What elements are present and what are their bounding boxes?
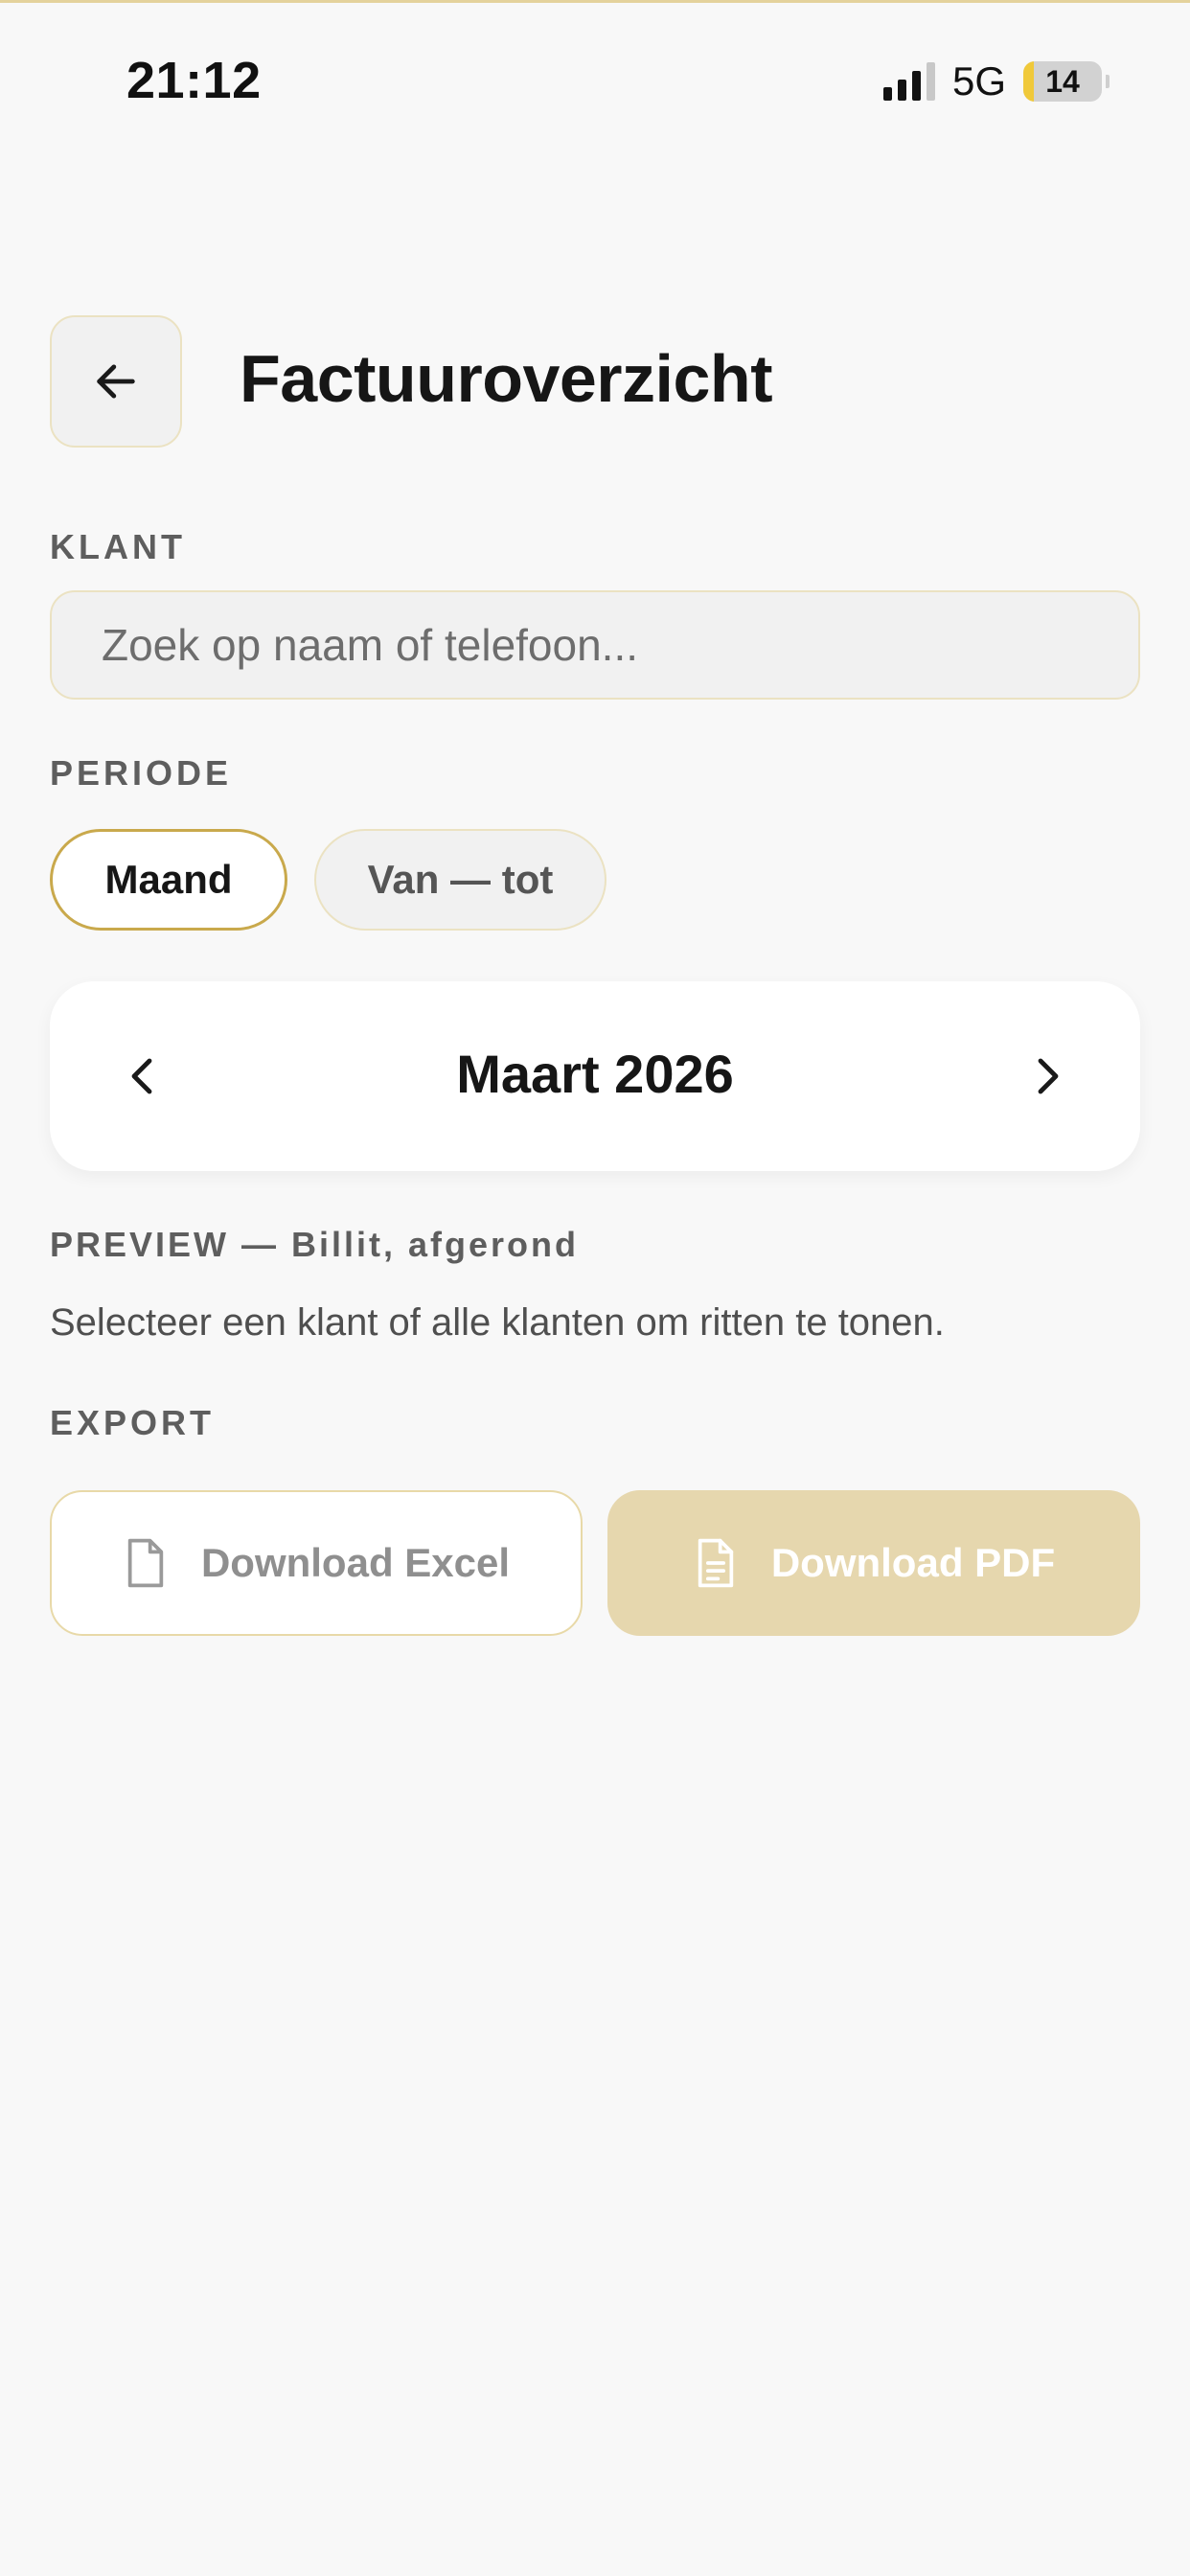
chevron-right-icon	[1038, 1058, 1059, 1094]
month-selector: Maart 2026	[50, 981, 1140, 1171]
period-option-range-label: Van — tot	[367, 857, 554, 902]
period-option-month[interactable]: Maand	[50, 829, 287, 931]
download-pdf-button[interactable]: Download PDF	[607, 1490, 1140, 1636]
period-section-label: PERIODE	[50, 753, 233, 793]
back-button[interactable]	[50, 315, 182, 448]
current-month-label: Maart 2026	[456, 1044, 734, 1104]
period-option-month-label: Maand	[104, 857, 233, 902]
next-month-button[interactable]	[998, 1028, 1094, 1124]
download-excel-label: Download Excel	[200, 1540, 511, 1585]
file-text-icon	[698, 1538, 734, 1588]
client-section-label: KLANT	[50, 527, 186, 566]
battery-icon: 14	[1023, 61, 1102, 102]
battery-cap	[1106, 75, 1110, 88]
invoice-overview-screen: 21:12 5G 14 Factuuroverzicht KLANT PERIO…	[0, 0, 1190, 2576]
network-type: 5G	[951, 58, 1006, 104]
battery-level: 14	[1045, 64, 1080, 99]
file-icon	[127, 1538, 164, 1588]
arrow-left-icon	[97, 364, 135, 399]
client-search-input[interactable]	[50, 590, 1140, 700]
status-indicators: 5G 14	[882, 58, 1110, 104]
period-option-range[interactable]: Van — tot	[314, 829, 606, 931]
signal-strength-icon	[882, 62, 935, 101]
preview-section-label: PREVIEW — Billit, afgerond	[50, 1225, 580, 1264]
status-time: 21:12	[126, 52, 262, 109]
page-title: Factuuroverzicht	[240, 341, 773, 416]
preview-empty-message: Selecteer een klant of alle klanten om r…	[50, 1301, 945, 1344]
export-section-label: EXPORT	[50, 1403, 216, 1442]
download-excel-button[interactable]: Download Excel	[50, 1490, 583, 1636]
download-pdf-label: Download PDF	[770, 1540, 1056, 1585]
